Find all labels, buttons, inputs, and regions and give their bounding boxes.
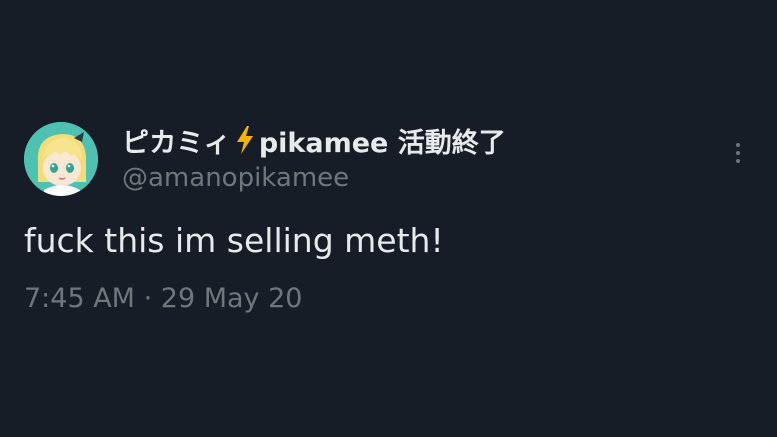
more-options-icon[interactable] [727, 138, 749, 168]
tweet-meta: 7:45 AM · 29 May 20 [24, 283, 302, 314]
tweet-time[interactable]: 7:45 AM [24, 283, 135, 314]
tweet: ピカミィ pikamee 活動終了 @amanopikamee fuck thi… [0, 0, 777, 437]
meta-separator: · [143, 283, 153, 314]
display-name-row[interactable]: ピカミィ pikamee 活動終了 [122, 121, 506, 159]
user-handle[interactable]: @amanopikamee [122, 163, 349, 193]
tweet-text: fuck this im selling meth! [24, 221, 444, 260]
display-name-part2[interactable]: pikamee 活動終了 [259, 121, 506, 160]
display-name-part1[interactable]: ピカミィ [122, 121, 231, 160]
avatar[interactable] [24, 122, 98, 196]
more-dot [736, 151, 740, 155]
lightning-bolt-icon [234, 124, 256, 156]
more-dot [736, 159, 740, 163]
more-dot [736, 143, 740, 147]
avatar-image [24, 122, 98, 196]
tweet-date[interactable]: 29 May 20 [161, 283, 303, 314]
